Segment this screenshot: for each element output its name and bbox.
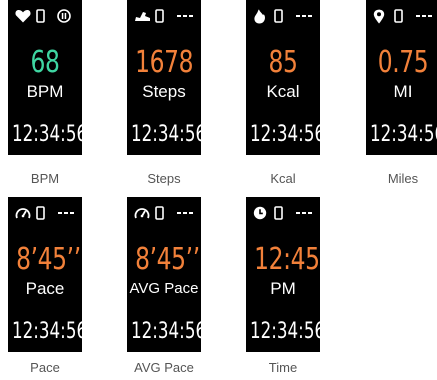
device-icon [36,9,45,28]
metric-value: 8’45’’ [135,242,200,277]
caption-miles: Miles [387,171,419,186]
device-icon [155,9,164,28]
metric-unit: AVG Pace [129,280,199,297]
metric-unit: BPM [26,82,64,101]
dashes-icon [415,9,433,28]
screen-pace: 8’45’’ Pace 12:34:56 [8,197,82,352]
clock-time: 12:34:56 [131,319,201,344]
screen-avg-pace: 8’45’’ AVG Pace 12:34:56 [127,197,201,352]
screen-kcal: 85 Kcal 12:34:56 [246,0,320,155]
dashes-icon [295,206,313,225]
clock-time: 12:34:56 [250,319,320,344]
flame-icon [253,9,266,29]
watch-screens-gallery: 68 BPM 12:34:56 1678 Steps 12:34:56 85 K… [0,0,437,380]
metric-value: 8’45’’ [16,242,81,277]
dashes-icon [176,206,194,225]
metric-value: 0.75 [377,45,429,80]
metric-value: 85 [268,45,298,80]
device-icon [36,206,45,225]
screen-miles: 0.75 MI 12:34:56 [366,0,437,155]
metric-value: 12:45 [254,242,320,277]
speedometer-icon [134,206,150,225]
shoe-icon [134,9,151,28]
device-icon [394,9,403,28]
clock-time: 12:34:56 [12,319,82,344]
screen-time: 12:45 PM 12:34:56 [246,197,320,352]
map-pin-icon [373,9,385,29]
device-icon [274,9,283,28]
speedometer-icon [15,206,31,225]
metric-unit: PM [270,279,296,298]
caption-time: Time [268,360,298,375]
screen-steps: 1678 Steps 12:34:56 [127,0,201,155]
dashes-icon [295,9,313,28]
pause-icon [57,9,71,28]
metric-unit: MI [393,82,413,101]
metric-value: 1678 [135,45,194,80]
metric-value: 68 [30,45,60,80]
clock-time: 12:34:56 [250,122,320,147]
clock-time: 12:34:56 [370,122,437,147]
dashes-icon [176,9,194,28]
caption-bpm: BPM [30,171,60,186]
clock-time: 12:34:56 [12,122,82,147]
metric-unit: Pace [25,279,65,298]
device-icon [155,206,164,225]
caption-pace: Pace [30,360,60,375]
dashes-icon [57,206,75,225]
metric-unit: Steps [142,82,186,101]
heart-icon [15,9,31,28]
clock-icon [253,206,267,225]
caption-steps: Steps [147,171,181,186]
metric-unit: Kcal [266,82,300,101]
caption-avg-pace: AVG Pace [134,360,194,375]
device-icon [274,206,283,225]
screen-bpm: 68 BPM 12:34:56 [8,0,82,155]
caption-kcal: Kcal [270,171,296,186]
clock-time: 12:34:56 [131,122,201,147]
